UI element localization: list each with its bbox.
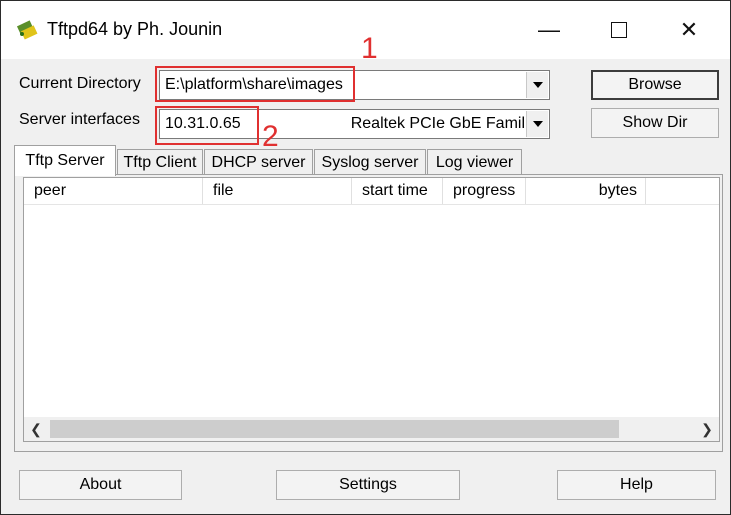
annotation-number-2: 2	[262, 120, 279, 153]
tab-tftp-server[interactable]: Tftp Server	[14, 145, 116, 176]
column-header-start-time[interactable]: start time	[352, 178, 443, 204]
tab-log-viewer[interactable]: Log viewer	[427, 149, 522, 175]
transfers-list[interactable]: peer file start time progress bytes ❮ ❯	[23, 177, 720, 442]
column-header-progress[interactable]: progress	[443, 178, 526, 204]
tab-syslog-server[interactable]: Syslog server	[314, 149, 426, 175]
dropdown-arrow-icon[interactable]	[526, 111, 548, 137]
maximize-icon	[611, 22, 627, 38]
annotation-box-interface	[155, 106, 259, 145]
annotation-number-1: 1	[361, 32, 378, 65]
column-header-peer[interactable]: peer	[24, 178, 203, 204]
list-header: peer file start time progress bytes	[24, 178, 719, 205]
column-header-bytes[interactable]: bytes	[526, 178, 646, 204]
window-title: Tftpd64 by Ph. Jounin	[47, 19, 223, 39]
show-dir-button[interactable]: Show Dir	[591, 108, 719, 138]
settings-button[interactable]: Settings	[276, 470, 460, 500]
annotation-box-directory	[155, 66, 355, 102]
browse-button[interactable]: Browse	[591, 70, 719, 100]
about-button[interactable]: About	[19, 470, 182, 500]
app-window: Tftpd64 by Ph. Jounin — ✕ Current Direct…	[0, 0, 731, 515]
scrollbar-thumb[interactable]	[50, 420, 619, 438]
scroll-left-icon[interactable]: ❮	[24, 417, 48, 441]
minimize-button[interactable]: —	[526, 11, 572, 49]
scroll-right-icon[interactable]: ❯	[695, 417, 719, 441]
horizontal-scrollbar[interactable]: ❮ ❯	[24, 417, 719, 441]
close-button[interactable]: ✕	[666, 11, 712, 49]
column-header-file[interactable]: file	[203, 178, 352, 204]
tab-tftp-client[interactable]: Tftp Client	[117, 149, 203, 175]
app-logo-icon	[16, 20, 38, 40]
server-interfaces-label: Server interfaces	[19, 111, 140, 128]
current-directory-label: Current Directory	[19, 75, 141, 92]
tab-panel: peer file start time progress bytes ❮ ❯	[14, 174, 723, 452]
server-adapter-value: Realtek PCIe GbE Famil	[350, 115, 525, 132]
help-button[interactable]: Help	[557, 470, 716, 500]
tab-dhcp-server[interactable]: DHCP server	[204, 149, 313, 175]
dropdown-arrow-icon[interactable]	[526, 72, 548, 98]
maximize-button[interactable]	[596, 11, 642, 49]
